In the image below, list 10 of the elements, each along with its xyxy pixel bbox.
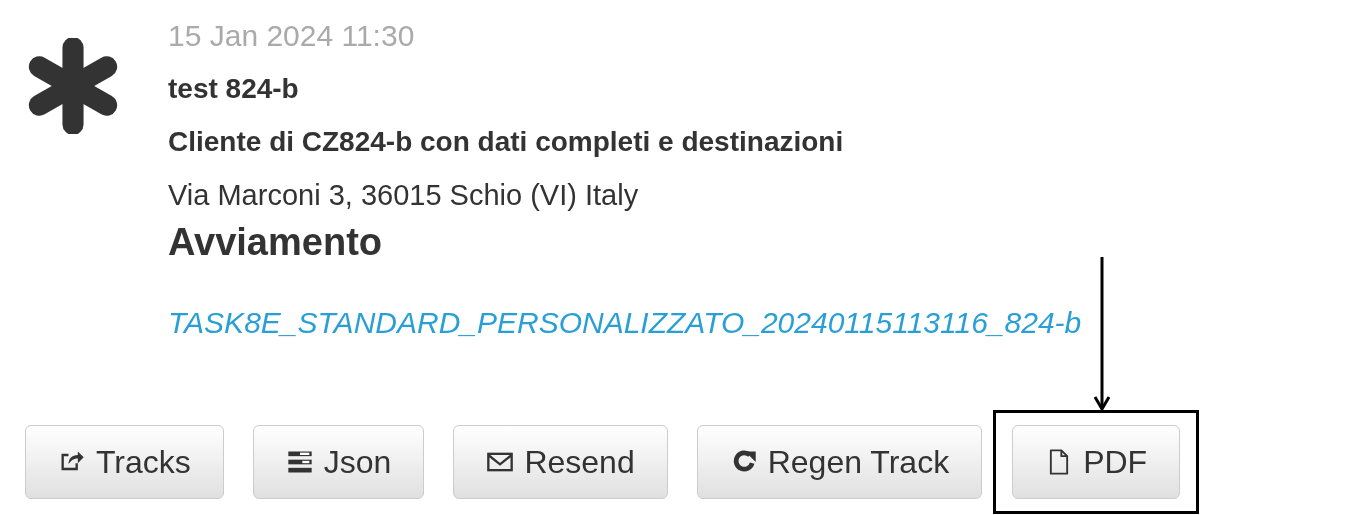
entry-date: 15 Jan 2024 11:30 — [168, 18, 416, 54]
action-button[interactable]: PDF — [1012, 425, 1181, 499]
status-heading: Avviamento — [168, 220, 383, 264]
entry-name: test 824-b — [168, 72, 300, 106]
address: Via Marconi 3, 36015 Schio (VI) Italy — [168, 178, 640, 213]
action-button[interactable]: Resend — [453, 425, 668, 499]
action-button[interactable]: Tracks — [25, 425, 224, 499]
action-button[interactable]: Json — [252, 425, 425, 499]
customer-description: Cliente di CZ824-b con dati completi e destinazioni — [168, 125, 845, 159]
action-button[interactable]: Regen Track — [696, 425, 983, 499]
